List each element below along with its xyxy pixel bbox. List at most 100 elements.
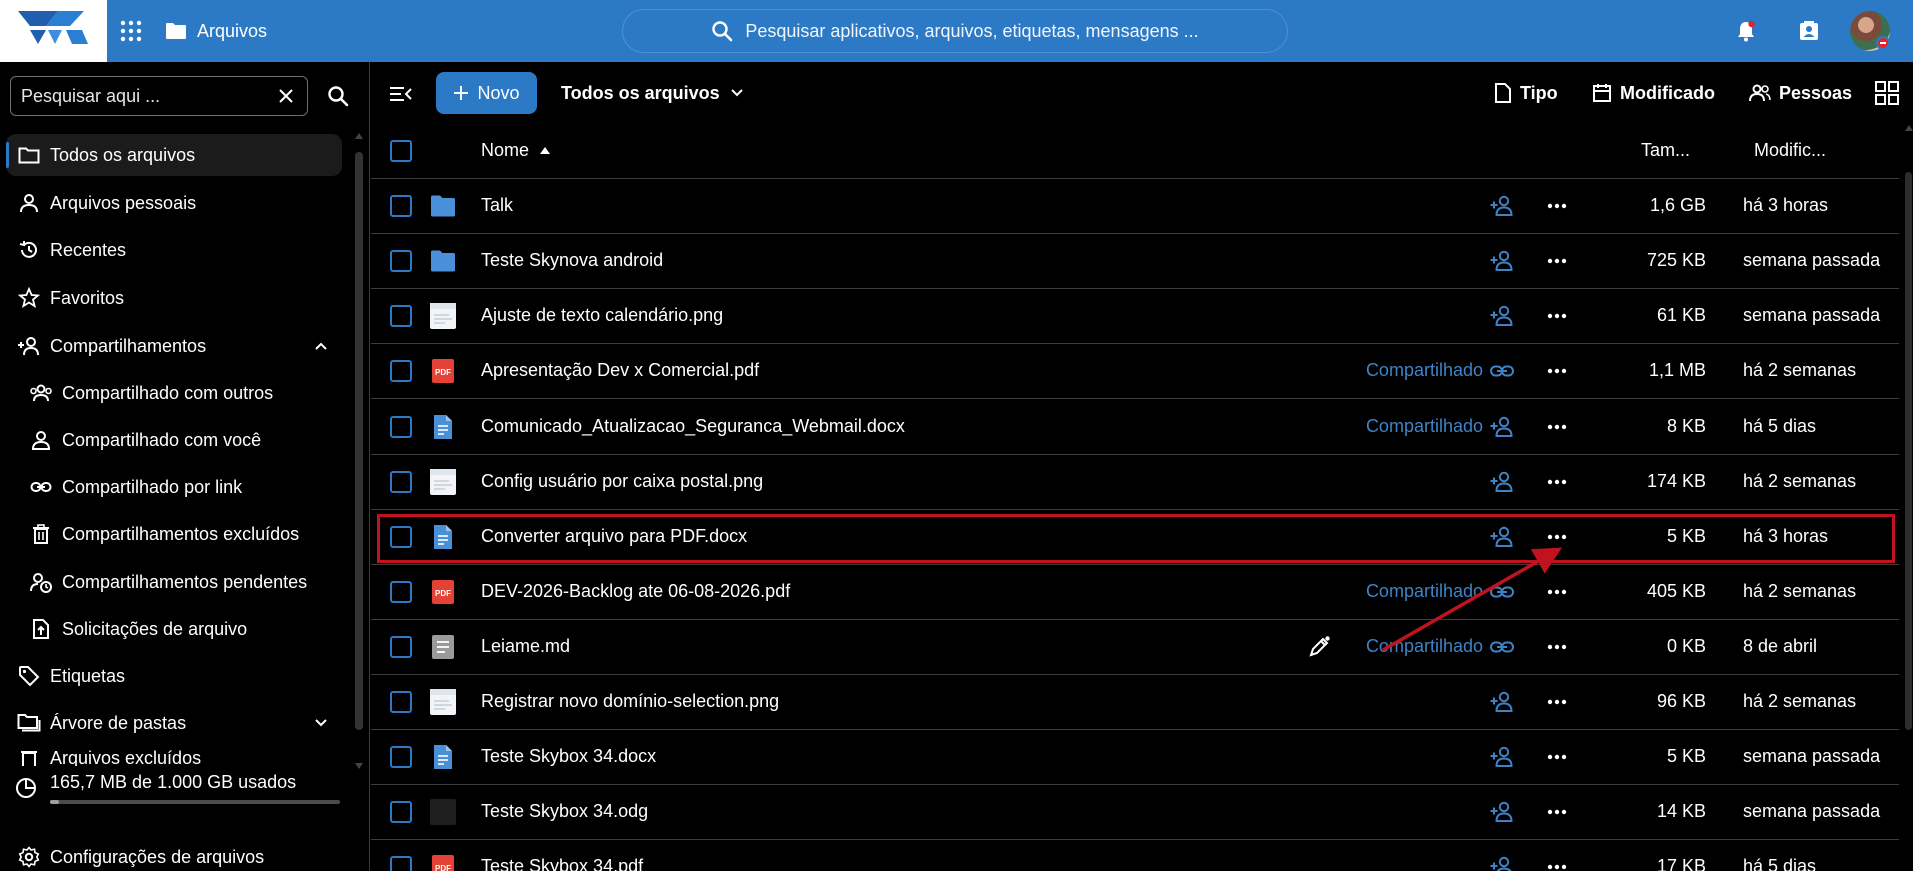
sidebar-item-shared-with-others[interactable]: Compartilhado com outros bbox=[18, 372, 342, 414]
row-checkbox[interactable] bbox=[390, 746, 412, 769]
sidebar-scroll-thumb[interactable] bbox=[355, 152, 363, 730]
row-checkbox[interactable] bbox=[390, 801, 412, 824]
sidebar-item-all-files[interactable]: Todos os arquivos bbox=[6, 134, 342, 176]
app-title[interactable]: Arquivos bbox=[165, 18, 267, 44]
edit-pencil-icon[interactable] bbox=[1306, 634, 1332, 660]
share-user-icon[interactable] bbox=[1489, 469, 1515, 495]
more-actions-icon[interactable] bbox=[1544, 579, 1570, 605]
table-row[interactable]: Talk 1,6 GB há 3 horas bbox=[371, 179, 1899, 235]
row-checkbox[interactable] bbox=[390, 360, 412, 383]
sidebar-item-personal-files[interactable]: Arquivos pessoais bbox=[6, 182, 342, 224]
more-actions-icon[interactable] bbox=[1544, 524, 1570, 550]
file-name[interactable]: Converter arquivo para PDF.docx bbox=[481, 526, 747, 547]
scroll-down-icon[interactable] bbox=[354, 762, 364, 770]
share-link-icon[interactable] bbox=[1489, 634, 1515, 660]
share-user-icon[interactable] bbox=[1489, 854, 1515, 871]
row-checkbox[interactable] bbox=[390, 580, 412, 603]
apps-menu-icon[interactable] bbox=[118, 18, 144, 44]
sidebar-item-favorites[interactable]: Favoritos bbox=[6, 277, 342, 319]
sidebar-item-file-requests[interactable]: Solicitações de arquivo bbox=[18, 608, 342, 650]
sidebar-item-shared-with-you[interactable]: Compartilhado com você bbox=[18, 419, 342, 461]
more-actions-icon[interactable] bbox=[1544, 689, 1570, 715]
sidebar-search-field[interactable] bbox=[10, 76, 308, 116]
global-search[interactable]: Pesquisar aplicativos, arquivos, etiquet… bbox=[622, 9, 1288, 53]
file-name[interactable]: Apresentação Dev x Comercial.pdf bbox=[481, 360, 759, 381]
sidebar-search-button[interactable] bbox=[318, 76, 358, 116]
logo[interactable] bbox=[0, 0, 107, 62]
file-name[interactable]: Talk bbox=[481, 195, 513, 216]
file-name[interactable]: Comunicado_Atualizacao_Seguranca_Webmail… bbox=[481, 416, 905, 437]
table-row[interactable]: Converter arquivo para PDF.docx 5 KB há 3 … bbox=[371, 510, 1899, 565]
storage-quota[interactable]: 165,7 MB de 1.000 GB usados bbox=[14, 772, 344, 820]
table-row[interactable]: Comunicado_Atualizacao_Seguranca_Webmail… bbox=[371, 400, 1899, 455]
table-row[interactable]: Registrar novo domínio-selection.png 96 K… bbox=[371, 675, 1899, 730]
new-button[interactable]: Novo bbox=[436, 72, 537, 114]
filter-type-button[interactable]: Tipo bbox=[1494, 78, 1558, 108]
file-name[interactable]: Config usuário por caixa postal.png bbox=[481, 471, 763, 492]
more-actions-icon[interactable] bbox=[1544, 799, 1570, 825]
file-name[interactable]: Leiame.md bbox=[481, 636, 570, 657]
table-row[interactable]: PDF Apresentação Dev x Comercial.pdf Compa… bbox=[371, 344, 1899, 400]
more-actions-icon[interactable] bbox=[1544, 414, 1570, 440]
row-checkbox[interactable] bbox=[390, 305, 412, 328]
share-user-icon[interactable] bbox=[1489, 799, 1515, 825]
column-header-size[interactable]: Tam... bbox=[1641, 140, 1690, 161]
chevron-down-icon[interactable] bbox=[314, 716, 328, 730]
filter-people-button[interactable]: Pessoas bbox=[1749, 78, 1852, 108]
select-all-checkbox[interactable] bbox=[390, 140, 412, 162]
more-actions-icon[interactable] bbox=[1544, 248, 1570, 274]
share-user-icon[interactable] bbox=[1489, 744, 1515, 770]
more-actions-icon[interactable] bbox=[1544, 854, 1570, 871]
sidebar-item-recent[interactable]: Recentes bbox=[6, 229, 342, 271]
row-checkbox[interactable] bbox=[390, 691, 412, 713]
file-name[interactable]: Teste Skybox 34.odg bbox=[481, 801, 648, 822]
toggle-navigation-icon[interactable] bbox=[387, 80, 415, 108]
scroll-up-icon[interactable] bbox=[1904, 124, 1913, 132]
more-actions-icon[interactable] bbox=[1544, 303, 1570, 329]
sidebar-item-shared-by-link[interactable]: Compartilhado por link bbox=[18, 466, 342, 508]
shared-status-label[interactable]: Compartilhado bbox=[1366, 581, 1483, 602]
table-row[interactable]: Leiame.md Compartilhado 0 KB 8 de abril bbox=[371, 620, 1899, 675]
file-name[interactable]: Teste Skybox 34.pdf bbox=[481, 856, 643, 871]
sidebar-item-shares[interactable]: Compartilhamentos bbox=[6, 325, 342, 367]
shared-status-label[interactable]: Compartilhado bbox=[1366, 416, 1483, 437]
share-user-icon[interactable] bbox=[1489, 193, 1515, 219]
file-name[interactable]: DEV-2026-Backlog ate 06-08-2026.pdf bbox=[481, 581, 790, 602]
row-checkbox[interactable] bbox=[390, 470, 412, 493]
share-user-icon[interactable] bbox=[1489, 248, 1515, 274]
file-list-scrollbar[interactable] bbox=[1903, 124, 1913, 871]
sidebar-item-deleted-files-clipped[interactable]: Arquivos excluídos bbox=[6, 750, 342, 766]
file-name[interactable]: Ajuste de texto calendário.png bbox=[481, 305, 723, 326]
file-list-scroll-thumb[interactable] bbox=[1905, 172, 1912, 730]
sidebar-search-input[interactable] bbox=[21, 85, 261, 107]
table-row[interactable]: Config usuário por caixa postal.png 174 K… bbox=[371, 455, 1899, 510]
breadcrumb[interactable]: Todos os arquivos bbox=[561, 80, 744, 106]
filter-modified-button[interactable]: Modificado bbox=[1592, 78, 1715, 108]
more-actions-icon[interactable] bbox=[1544, 193, 1570, 219]
row-checkbox[interactable] bbox=[390, 856, 412, 871]
row-checkbox[interactable] bbox=[390, 635, 412, 658]
sidebar-item-deleted-shares[interactable]: Compartilhamentos excluídos bbox=[18, 513, 342, 555]
table-row[interactable]: PDF Teste Skybox 34.pdf 17 KB há 5 dias bbox=[371, 840, 1899, 871]
more-actions-icon[interactable] bbox=[1544, 358, 1570, 384]
more-actions-icon[interactable] bbox=[1544, 469, 1570, 495]
row-checkbox[interactable] bbox=[390, 525, 412, 548]
sidebar-scrollbar[interactable] bbox=[354, 132, 364, 772]
scroll-up-icon[interactable] bbox=[354, 132, 364, 140]
shared-status-label[interactable]: Compartilhado bbox=[1366, 360, 1483, 381]
share-user-icon[interactable] bbox=[1489, 303, 1515, 329]
notifications-bell-icon[interactable] bbox=[1731, 16, 1761, 46]
grid-view-icon[interactable] bbox=[1873, 79, 1901, 107]
more-actions-icon[interactable] bbox=[1544, 634, 1570, 660]
share-link-icon[interactable] bbox=[1489, 358, 1515, 384]
row-checkbox[interactable] bbox=[390, 195, 412, 218]
sidebar-item-pending-shares[interactable]: Compartilhamentos pendentes bbox=[18, 561, 342, 603]
share-link-icon[interactable] bbox=[1489, 579, 1515, 605]
more-actions-icon[interactable] bbox=[1544, 744, 1570, 770]
clear-search-icon[interactable] bbox=[275, 85, 297, 107]
file-name[interactable]: Teste Skynova android bbox=[481, 250, 663, 271]
table-row[interactable]: Teste Skynova android 725 KB semana passad… bbox=[371, 234, 1899, 290]
table-row[interactable]: Ajuste de texto calendário.png 61 KB seman… bbox=[371, 289, 1899, 345]
file-name[interactable]: Registrar novo domínio-selection.png bbox=[481, 691, 779, 712]
table-row[interactable]: Teste Skybox 34.odg 14 KB semana passada bbox=[371, 785, 1899, 841]
